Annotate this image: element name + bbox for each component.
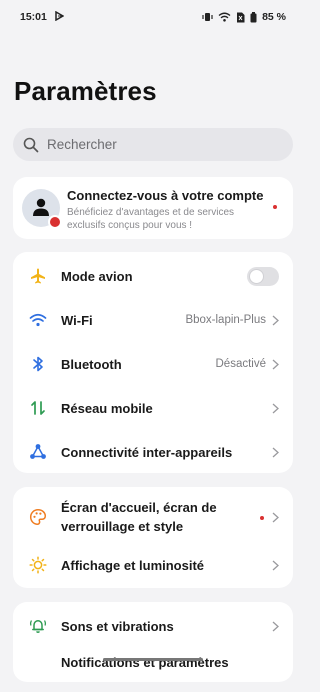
wifi-status-icon xyxy=(218,12,231,22)
row-wifi[interactable]: Wi-Fi Bbox-lapin-Plus xyxy=(13,298,293,342)
home-indicator[interactable] xyxy=(103,658,203,661)
display-group: Écran d'accueil, écran de verrouillage e… xyxy=(13,487,293,588)
chevron-right-icon xyxy=(272,621,279,631)
airplane-mode-label: Mode avion xyxy=(61,268,133,284)
media-play-icon xyxy=(55,10,65,24)
mobile-network-label: Réseau mobile xyxy=(61,400,153,416)
account-title: Connectez-vous à votre compte xyxy=(67,188,264,203)
account-subtitle: Bénéficiez d'avantages et de services ex… xyxy=(67,207,235,231)
chevron-right-icon xyxy=(272,512,279,522)
chevron-right-icon xyxy=(272,560,279,570)
bluetooth-label: Bluetooth xyxy=(61,356,122,372)
palette-icon xyxy=(29,508,47,526)
battery-percent: 85 % xyxy=(262,11,286,23)
mobile-data-icon xyxy=(29,399,47,417)
airplane-mode-toggle[interactable] xyxy=(247,266,279,286)
brightness-icon xyxy=(29,556,47,574)
row-display-brightness[interactable]: Affichage et luminosité xyxy=(13,543,293,587)
notification-dot xyxy=(273,205,277,209)
avatar xyxy=(22,189,62,229)
chevron-right-icon xyxy=(272,403,279,413)
chevron-right-icon xyxy=(272,315,279,325)
home-screen-label-line1: Écran d'accueil, écran de xyxy=(61,500,217,515)
bell-vibration-icon xyxy=(29,617,47,635)
wifi-network-value: Bbox-lapin-Plus xyxy=(185,314,266,326)
battery-icon xyxy=(250,11,257,23)
chevron-right-icon xyxy=(272,359,279,369)
notification-dot xyxy=(260,516,264,520)
cross-device-icon xyxy=(29,443,47,461)
connectivity-group: Mode avion Wi-Fi Bbox-lapin-Plus Bluetoo… xyxy=(13,252,293,473)
sound-vibration-label: Sons et vibrations xyxy=(61,618,174,634)
user-icon xyxy=(33,198,49,216)
row-notifications[interactable]: Notifications et paramètres xyxy=(13,648,293,692)
row-bluetooth[interactable]: Bluetooth Désactivé xyxy=(13,342,293,386)
row-mobile-network[interactable]: Réseau mobile xyxy=(13,386,293,430)
sound-group: Sons et vibrations Notifications et para… xyxy=(13,602,293,682)
home-screen-label-line2: verrouillage et style xyxy=(61,519,184,534)
search-bar[interactable] xyxy=(13,128,293,161)
wifi-label: Wi-Fi xyxy=(61,312,93,328)
bluetooth-icon xyxy=(29,355,47,373)
bluetooth-status-value: Désactivé xyxy=(215,358,267,370)
row-cross-device[interactable]: Connectivité inter-appareils xyxy=(13,430,293,474)
status-bar: 15:01 85 % xyxy=(0,0,306,34)
airplane-icon xyxy=(29,267,47,285)
row-sound-vibration[interactable]: Sons et vibrations xyxy=(13,604,293,648)
page-title: Paramètres xyxy=(14,76,157,106)
home-screen-label: Écran d'accueil, écran de verrouillage e… xyxy=(61,498,217,536)
vibrate-icon xyxy=(202,12,213,22)
sim-icon xyxy=(236,12,245,23)
row-home-screen[interactable]: Écran d'accueil, écran de verrouillage e… xyxy=(13,491,293,543)
search-icon xyxy=(23,137,39,152)
row-airplane-mode[interactable]: Mode avion xyxy=(13,254,293,298)
status-time: 15:01 xyxy=(20,11,47,23)
avatar-badge xyxy=(48,215,62,229)
cross-device-label: Connectivité inter-appareils xyxy=(61,444,233,460)
display-brightness-label: Affichage et luminosité xyxy=(61,557,205,573)
search-input[interactable] xyxy=(47,137,267,152)
account-card[interactable]: Connectez-vous à votre compte Bénéficiez… xyxy=(13,177,293,239)
wifi-icon xyxy=(29,311,47,329)
chevron-right-icon xyxy=(272,447,279,457)
